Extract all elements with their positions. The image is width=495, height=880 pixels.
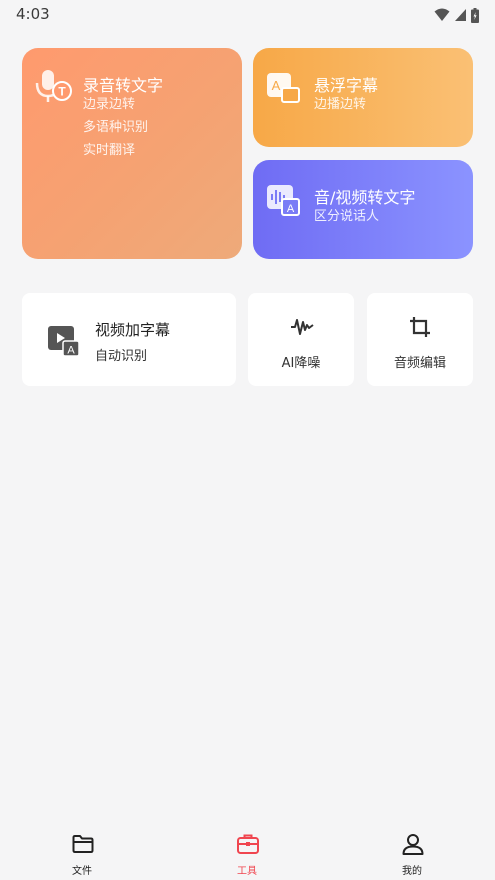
- card-subtitle: 区分说话人: [314, 209, 380, 224]
- card-subtitle: 实时翻译: [83, 143, 136, 158]
- floating-subtitle-card[interactable]: A 悬浮字幕 边播边转: [253, 48, 473, 147]
- tile-label: AI降噪: [281, 356, 321, 371]
- audio-edit-tile[interactable]: 音频编辑: [367, 293, 473, 386]
- nav-item-mine[interactable]: 我的: [382, 832, 442, 878]
- tile-label: 音频编辑: [393, 356, 446, 371]
- nav-label: 工具: [237, 866, 257, 877]
- nav-label: 我的: [402, 866, 422, 877]
- video-subtitle-icon: A: [48, 326, 80, 357]
- toolbox-icon: [237, 834, 259, 854]
- bottom-nav: 文件 工具 我的: [0, 820, 495, 880]
- svg-text:A: A: [272, 78, 281, 93]
- nav-item-files[interactable]: 文件: [52, 832, 112, 878]
- tile-subtitle: 自动识别: [95, 349, 148, 364]
- audio-video-to-text-card[interactable]: A 音/视频转文字 区分说话人: [253, 160, 473, 259]
- card-subtitle: 多语种识别: [83, 120, 149, 135]
- audio-wave-text-icon: A: [267, 185, 300, 216]
- status-icons: [434, 7, 479, 23]
- svg-text:A: A: [287, 203, 295, 215]
- microphone-icon: T: [35, 70, 72, 102]
- record-to-text-card[interactable]: T 录音转文字 边录边转 多语种识别 实时翻译: [22, 48, 242, 259]
- ai-denoise-tile[interactable]: AI降噪: [248, 293, 354, 386]
- folder-icon: [72, 835, 94, 853]
- waveform-icon: [291, 319, 314, 335]
- signal-icon: [455, 9, 466, 21]
- status-time: 4:03: [16, 5, 50, 23]
- card-subtitle: 边播边转: [314, 97, 367, 112]
- crop-icon: [410, 317, 430, 337]
- person-icon: [402, 834, 424, 855]
- svg-text:T: T: [58, 85, 66, 99]
- nav-label: 文件: [72, 866, 92, 877]
- battery-icon: [471, 7, 479, 23]
- svg-text:A: A: [67, 345, 75, 357]
- nav-item-tools[interactable]: 工具: [217, 832, 277, 878]
- subtitle-overlay-icon: A: [267, 73, 300, 103]
- card-subtitle: 边录边转: [83, 97, 136, 112]
- video-add-subtitle-tile[interactable]: A 视频加字幕 自动识别: [22, 293, 236, 386]
- status-bar: 4:03: [0, 0, 495, 30]
- wifi-icon: [434, 8, 450, 21]
- tile-title: 视频加字幕: [95, 321, 171, 339]
